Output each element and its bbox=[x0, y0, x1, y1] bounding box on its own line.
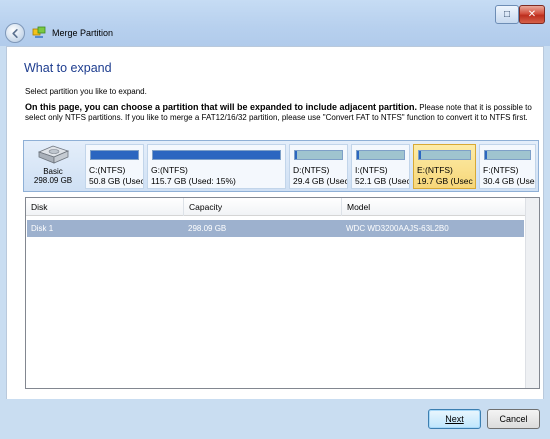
cell-capacity: 298.09 GB bbox=[188, 224, 227, 233]
partition-usage-bar bbox=[90, 150, 139, 160]
partition-g[interactable]: G:(NTFS) 115.7 GB (Used: 15%) bbox=[147, 144, 286, 189]
partition-usage-fill bbox=[357, 151, 360, 159]
cell-model: WDC WD3200AAJS-63L2B0 bbox=[346, 224, 449, 233]
partition-usage-bar bbox=[356, 150, 405, 160]
disk-table: Disk Capacity Model Disk 1 298.09 GB WDC… bbox=[25, 197, 540, 389]
partition-i[interactable]: I:(NTFS) 52.1 GB (Usec bbox=[351, 144, 410, 189]
close-button[interactable]: ✕ bbox=[519, 5, 545, 24]
partition-name: G:(NTFS) bbox=[151, 165, 188, 175]
partition-c[interactable]: C:(NTFS) 50.8 GB (Usec bbox=[85, 144, 144, 189]
partition-f[interactable]: F:(NTFS) 30.4 GB (Usec bbox=[479, 144, 536, 189]
disk-map: Basic 298.09 GB C:(NTFS) 50.8 GB (Usec G… bbox=[23, 140, 539, 192]
vertical-scrollbar[interactable] bbox=[525, 198, 539, 388]
partition-name: C:(NTFS) bbox=[89, 165, 126, 175]
basic-size: 298.09 GB bbox=[33, 176, 73, 185]
back-arrow-icon bbox=[11, 28, 18, 38]
close-icon: ✕ bbox=[527, 8, 537, 20]
partition-name: F:(NTFS) bbox=[483, 165, 519, 175]
title-bar: □ ✕ Merge Partition bbox=[0, 0, 550, 46]
partition-size: 30.4 GB (Usec bbox=[483, 176, 536, 186]
basic-disk-cell[interactable]: Basic 298.09 GB bbox=[27, 144, 79, 188]
partition-size: 19.7 GB (Usec bbox=[417, 176, 473, 186]
next-button[interactable]: Next bbox=[428, 409, 481, 429]
partition-usage-bar bbox=[484, 150, 531, 160]
cancel-button[interactable]: Cancel bbox=[487, 409, 540, 429]
column-header-disk[interactable]: Disk bbox=[26, 198, 184, 216]
partition-e[interactable]: E:(NTFS) 19.7 GB (Usec bbox=[413, 144, 476, 189]
window-title: Merge Partition bbox=[52, 28, 114, 38]
maximize-button[interactable]: □ bbox=[495, 5, 519, 24]
merge-partition-icon bbox=[32, 26, 46, 38]
partition-usage-bar bbox=[418, 150, 471, 160]
column-header-capacity[interactable]: Capacity bbox=[184, 198, 342, 216]
instruction-text: Select partition you like to expand. bbox=[25, 87, 147, 96]
partition-name: I:(NTFS) bbox=[355, 165, 388, 175]
partition-usage-fill bbox=[295, 151, 298, 159]
back-button[interactable] bbox=[5, 23, 25, 43]
cell-disk: Disk 1 bbox=[31, 224, 54, 233]
partition-usage-fill bbox=[153, 151, 280, 159]
maximize-icon: □ bbox=[503, 8, 511, 20]
partition-usage-bar bbox=[152, 150, 281, 160]
partition-usage-bar bbox=[294, 150, 343, 160]
partition-name: D:(NTFS) bbox=[293, 165, 330, 175]
partition-d[interactable]: D:(NTFS) 29.4 GB (Usec bbox=[289, 144, 348, 189]
partition-size: 115.7 GB (Used: 15%) bbox=[151, 176, 236, 186]
partition-usage-fill bbox=[485, 151, 487, 159]
description-text: On this page, you can choose a partition… bbox=[25, 102, 533, 123]
partition-usage-fill bbox=[419, 151, 422, 159]
wizard-content: What to expand Select partition you like… bbox=[6, 46, 544, 399]
table-row[interactable]: Disk 1 298.09 GB WDC WD3200AAJS-63L2B0 bbox=[27, 220, 524, 237]
partition-size: 50.8 GB (Usec bbox=[89, 176, 144, 186]
partition-usage-fill bbox=[91, 151, 138, 159]
hard-disk-icon bbox=[37, 145, 70, 164]
table-header: Disk Capacity Model bbox=[26, 198, 539, 216]
column-header-model[interactable]: Model bbox=[342, 198, 526, 216]
next-button-label: Next bbox=[445, 414, 464, 424]
description-bold: On this page, you can choose a partition… bbox=[25, 102, 418, 112]
partition-size: 52.1 GB (Usec bbox=[355, 176, 410, 186]
page-title: What to expand bbox=[24, 61, 112, 75]
basic-label: Basic bbox=[43, 167, 63, 176]
partition-size: 29.4 GB (Usec bbox=[293, 176, 348, 186]
partition-name: E:(NTFS) bbox=[417, 165, 453, 175]
